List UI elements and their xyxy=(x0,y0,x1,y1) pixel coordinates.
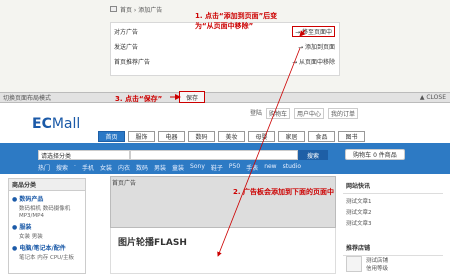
store-info: 测试店铺 信用等级 xyxy=(366,257,388,273)
tab-item[interactable]: 数码 xyxy=(188,131,215,142)
keyword[interactable]: P50 xyxy=(229,163,240,172)
keyword[interactable]: 手机 xyxy=(82,163,94,172)
widget-name: 发送广告 xyxy=(114,43,139,51)
tab-item[interactable]: 母婴 xyxy=(248,131,275,142)
tab-home[interactable]: 首页 xyxy=(98,131,125,142)
hot-keywords: 热门 搜索 · 手机 女装 内衣 数码 男装 童装 Sony 鞋子 P50 手表… xyxy=(38,163,301,172)
breadcrumb-text: 首页 › 添加广告 xyxy=(120,6,163,14)
cart-button[interactable]: 购物车 0 件商品 xyxy=(345,149,405,160)
layout-mode-toggle[interactable]: 切换页面布局模式 xyxy=(3,93,51,102)
subcategory-item[interactable]: 笔记本 内存 CPU/主板 xyxy=(9,252,85,261)
tab-item[interactable]: 家居 xyxy=(278,131,305,142)
subcategory-item[interactable]: 女装 男装 xyxy=(9,231,85,240)
tab-item[interactable]: 食品 xyxy=(308,131,335,142)
remove-from-page-button[interactable]: → 从页面中移除 xyxy=(292,57,335,66)
keyword: 搜索 xyxy=(56,165,69,172)
keyword: 热门 xyxy=(38,165,51,172)
keyword[interactable]: new xyxy=(264,163,276,172)
breadcrumb: 首页 › 添加广告 xyxy=(110,3,162,15)
save-button[interactable]: 保存 xyxy=(179,91,205,103)
flash-label: 图片轮播FLASH xyxy=(118,238,187,248)
editor-toolbar: 切换页面布局模式 ▲ CLOSE xyxy=(0,92,450,103)
keyword[interactable]: 手表 xyxy=(246,163,258,172)
cart-link[interactable]: 购物车 xyxy=(266,108,291,119)
category-item[interactable]: ● 服装 xyxy=(9,219,85,231)
keyword[interactable]: 内衣 xyxy=(118,163,130,172)
news-item[interactable]: 测试文章1 xyxy=(343,194,443,205)
logo-mall: Mall xyxy=(51,116,81,132)
keyword[interactable]: 男装 xyxy=(154,163,166,172)
recommend-panel: 推荐店铺 xyxy=(343,240,443,256)
widget-row: 首页推荐广告 → 从页面中移除 xyxy=(111,55,339,67)
tab-item[interactable]: 电器 xyxy=(158,131,185,142)
annotation-step-2: 2. 广告板会添加到下面的页面中 xyxy=(233,188,334,196)
login-link[interactable]: 登陆 xyxy=(250,108,262,119)
widget-name: 首页推荐广告 xyxy=(114,58,151,66)
subcategory-item[interactable]: MP3/MP4 xyxy=(9,212,85,219)
remove-from-page-button[interactable]: → 移至页面中 xyxy=(292,25,335,37)
ad-placeholder[interactable] xyxy=(110,176,336,228)
keyword[interactable]: 鞋子 xyxy=(211,163,223,172)
annotation-step-1: 1. 点击“添加到页面”后变为“从页面中移除” xyxy=(195,12,278,30)
category-title: 商品分类 xyxy=(9,179,85,191)
search-input[interactable] xyxy=(130,150,298,160)
ad-label: 首页广告 xyxy=(112,180,137,187)
news-title: 网站快讯 xyxy=(343,178,443,194)
logo-ec: EC xyxy=(32,116,52,132)
page-icon xyxy=(110,6,117,12)
widget-row: 发送广告 → 添加到页面 xyxy=(111,40,339,52)
recommend-title: 推荐店铺 xyxy=(343,240,443,256)
keyword[interactable]: 数码 xyxy=(136,163,148,172)
category-panel: 商品分类 ● 数码产品 数码相机 数码摄像机 MP3/MP4 ● 服装 女装 男… xyxy=(8,178,86,274)
store-name[interactable]: 测试店铺 xyxy=(366,257,388,265)
keyword: · xyxy=(74,163,76,170)
keyword[interactable]: Sony xyxy=(190,163,205,172)
close-button[interactable]: ▲ CLOSE xyxy=(420,94,446,101)
category-item[interactable]: ● 电脑/笔记本/配件 xyxy=(9,240,85,252)
my-orders-link[interactable]: 我的订单 xyxy=(328,108,359,119)
keyword[interactable]: studio xyxy=(283,163,301,172)
tab-item[interactable]: 美妆 xyxy=(218,131,245,142)
category-item[interactable]: ● 数码产品 xyxy=(9,191,85,203)
subcategory-item[interactable]: 数码相机 数码摄像机 xyxy=(9,203,85,212)
news-panel: 网站快讯 测试文章1 测试文章2 测试文章3 xyxy=(343,178,443,236)
user-center-link[interactable]: 用户中心 xyxy=(294,108,325,119)
nav-tabs: 首页 服饰 电器 数码 美妆 母婴 家居 食品 图书 xyxy=(98,131,365,142)
store-credit: 信用等级 xyxy=(366,266,389,272)
add-to-page-button[interactable]: → 添加到页面 xyxy=(298,42,335,51)
keyword[interactable]: 女装 xyxy=(100,163,112,172)
search-button[interactable]: 搜索 xyxy=(298,150,328,160)
keyword[interactable]: 童装 xyxy=(172,163,184,172)
tab-item[interactable]: 服饰 xyxy=(128,131,155,142)
top-links: 登陆 购物车 用户中心 我的订单 xyxy=(250,108,359,119)
annotation-step-3: 3. 点击“保存” xyxy=(115,95,163,103)
news-item[interactable]: 测试文章3 xyxy=(343,216,443,227)
store-thumbnail[interactable] xyxy=(346,256,362,272)
news-item[interactable]: 测试文章2 xyxy=(343,205,443,216)
tab-item[interactable]: 图书 xyxy=(338,131,365,142)
logo: ECMall xyxy=(32,116,80,132)
widget-name: 对方广告 xyxy=(114,28,139,36)
category-select[interactable]: 请选择分类 xyxy=(38,150,130,160)
